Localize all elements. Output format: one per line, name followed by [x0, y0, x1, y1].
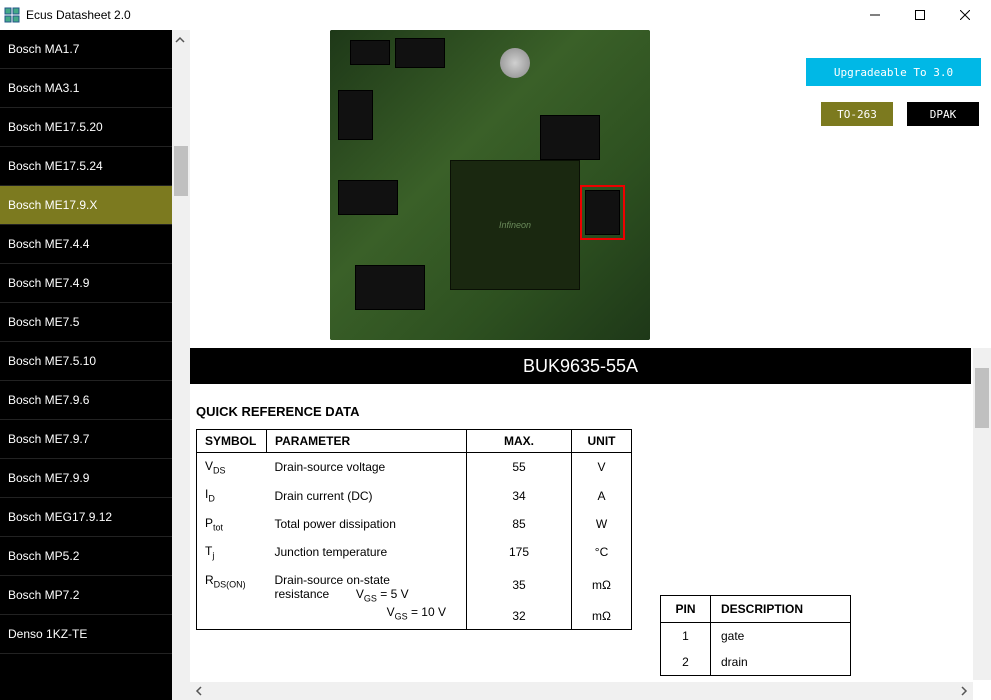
- scrollbar-thumb[interactable]: [975, 368, 989, 428]
- pin-description-table: PIN DESCRIPTION 1gate2drain: [660, 595, 851, 676]
- sidebar-item-ecu[interactable]: Bosch ME7.5: [0, 303, 172, 342]
- sidebar-item-ecu[interactable]: Bosch MEG17.9.12: [0, 498, 172, 537]
- header-max: MAX.: [467, 430, 572, 453]
- content-scrollbar-vertical[interactable]: [973, 348, 991, 680]
- sidebar-item-ecu[interactable]: Bosch ME7.5.10: [0, 342, 172, 381]
- sidebar-scrollbar[interactable]: [172, 30, 190, 700]
- package-to263-button[interactable]: TO-263: [819, 100, 895, 128]
- pcb-image: Infineon: [330, 30, 650, 340]
- header-symbol: SYMBOL: [197, 430, 267, 453]
- titlebar: Ecus Datasheet 2.0: [0, 0, 991, 30]
- part-number-header: BUK9635-55A: [190, 348, 971, 384]
- sidebar-item-ecu[interactable]: Bosch ME7.4.9: [0, 264, 172, 303]
- sidebar-item-ecu[interactable]: Bosch MP5.2: [0, 537, 172, 576]
- window-title: Ecus Datasheet 2.0: [26, 8, 852, 22]
- scroll-up-icon[interactable]: [175, 34, 187, 46]
- ecu-list-sidebar: Bosch MA1.7Bosch MA3.1Bosch ME17.5.20Bos…: [0, 30, 172, 700]
- quick-reference-table: SYMBOL PARAMETER MAX. UNIT VDSDrain-sour…: [196, 429, 632, 630]
- scrollbar-thumb[interactable]: [174, 146, 188, 196]
- close-button[interactable]: [942, 0, 987, 30]
- table-row: 2drain: [661, 649, 851, 676]
- component-highlight-box: [580, 185, 625, 240]
- upgrade-button[interactable]: Upgradeable To 3.0: [806, 58, 981, 86]
- sidebar-item-ecu[interactable]: Denso 1KZ-TE: [0, 615, 172, 654]
- package-dpak-button[interactable]: DPAK: [905, 100, 981, 128]
- sidebar-item-ecu[interactable]: Bosch ME17.9.X: [0, 186, 172, 225]
- scroll-left-icon[interactable]: [190, 682, 208, 700]
- app-icon: [4, 7, 20, 23]
- table-row: TjJunction temperature175°C: [197, 538, 632, 566]
- sidebar-item-ecu[interactable]: Bosch ME17.5.24: [0, 147, 172, 186]
- minimize-button[interactable]: [852, 0, 897, 30]
- header-unit: UNIT: [572, 430, 632, 453]
- table-row: RDS(ON)Drain-source on-state resistance …: [197, 567, 632, 603]
- sidebar-item-ecu[interactable]: Bosch ME7.4.4: [0, 225, 172, 264]
- content-area: Infineon Upgradeable To 3.0 TO-263 DPAK …: [190, 30, 991, 700]
- header-description: DESCRIPTION: [711, 596, 851, 623]
- content-scrollbar-horizontal[interactable]: [190, 682, 973, 700]
- header-parameter: PARAMETER: [267, 430, 467, 453]
- scroll-right-icon[interactable]: [955, 682, 973, 700]
- table-row: VDSDrain-source voltage55V: [197, 453, 632, 482]
- table-row: IDDrain current (DC)34A: [197, 481, 632, 509]
- table-row: PtotTotal power dissipation85W: [197, 510, 632, 538]
- window-controls: [852, 0, 987, 30]
- datasheet-panel: QUICK REFERENCE DATA SYMBOL PARAMETER MA…: [190, 400, 971, 680]
- table-row: 1gate: [661, 623, 851, 650]
- sidebar-item-ecu[interactable]: Bosch MP7.2: [0, 576, 172, 615]
- header-pin: PIN: [661, 596, 711, 623]
- sidebar-item-ecu[interactable]: Bosch ME17.5.20: [0, 108, 172, 147]
- maximize-button[interactable]: [897, 0, 942, 30]
- section-title: QUICK REFERENCE DATA: [196, 404, 965, 419]
- sidebar-item-ecu[interactable]: Bosch ME7.9.9: [0, 459, 172, 498]
- sidebar-item-ecu[interactable]: Bosch ME7.9.7: [0, 420, 172, 459]
- sidebar-item-ecu[interactable]: Bosch MA1.7: [0, 30, 172, 69]
- main-chip: Infineon: [450, 160, 580, 290]
- sidebar-item-ecu[interactable]: Bosch ME7.9.6: [0, 381, 172, 420]
- sidebar-item-ecu[interactable]: Bosch MA3.1: [0, 69, 172, 108]
